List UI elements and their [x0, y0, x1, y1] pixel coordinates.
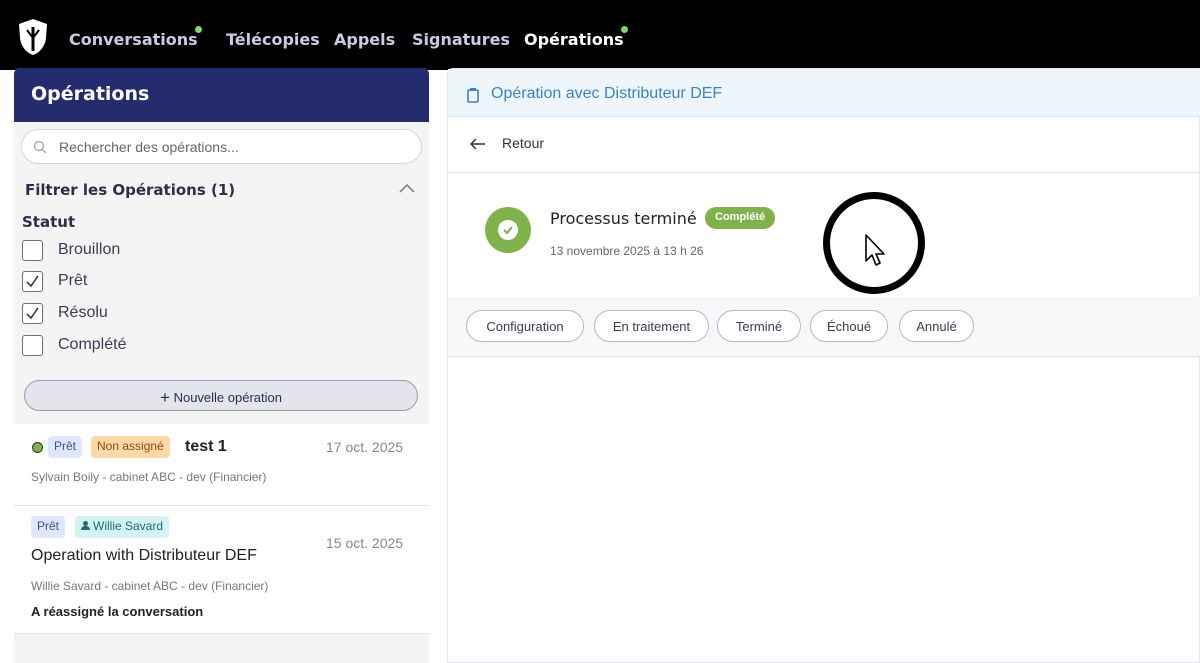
sidebar-title: Opérations	[31, 83, 150, 105]
nav-operations[interactable]: Opérations	[524, 30, 624, 49]
nav-operations-dot	[621, 26, 628, 33]
status-badge: Complété	[705, 207, 776, 229]
operation-date: 17 oct. 2025	[326, 439, 404, 455]
search-placeholder: Rechercher des opérations...	[59, 139, 239, 155]
top-navbar: Conversations Télécopies Appels Signatur…	[0, 0, 1200, 70]
process-title: Processus terminé	[550, 209, 697, 228]
operation-date: 15 oct. 2025	[326, 535, 404, 551]
sidebar-header: Opérations	[14, 68, 429, 122]
operation-title: Operation with Distributeur DEF	[31, 547, 257, 564]
filter-title[interactable]: Filtrer les Opérations (1)	[25, 181, 235, 199]
plus-icon: +	[160, 388, 170, 407]
mouse-cursor-icon	[865, 234, 885, 266]
step-annule[interactable]: Annulé	[899, 310, 974, 342]
back-button[interactable]: Retour	[448, 117, 1200, 173]
nav-appels[interactable]: Appels	[334, 30, 395, 49]
chevron-up-icon[interactable]	[399, 183, 415, 193]
back-label: Retour	[502, 135, 545, 151]
assign-name: Willie Savard	[93, 519, 164, 533]
checkbox-label: Brouillon	[58, 241, 121, 258]
shield-logo-icon[interactable]	[18, 18, 48, 56]
search-input[interactable]: Rechercher des opérations...	[21, 129, 422, 164]
nav-telecopies[interactable]: Télécopies	[226, 30, 320, 49]
search-icon	[33, 140, 47, 154]
user-icon	[81, 521, 90, 530]
status-brouillon[interactable]: Brouillon	[22, 240, 322, 264]
new-operation-label: + Nouvelle opération	[25, 388, 417, 408]
step-echoue[interactable]: Échoué	[810, 310, 888, 342]
checkbox-label: Complété	[58, 336, 127, 353]
operation-subtitle: Willie Savard - cabinet ABC - dev (Finan…	[31, 579, 269, 593]
detail-header: Opération avec Distributeur DEF	[448, 69, 1200, 117]
check-circle-icon	[485, 207, 531, 253]
process-date: 13 novembre 2025 à 13 h 26	[550, 244, 704, 258]
checkbox[interactable]	[22, 271, 43, 292]
checkbox[interactable]	[22, 303, 43, 324]
operation-card[interactable]: Prêt Non assigné test 1 17 oct. 2025 Syl…	[14, 424, 429, 506]
status-dot-icon	[32, 442, 43, 453]
operations-sidebar: Opérations Rechercher des opérations... …	[14, 68, 429, 663]
checkbox-label: Résolu	[58, 304, 108, 321]
nav-conversations-dot	[195, 26, 202, 33]
checkbox-label: Prêt	[58, 272, 88, 289]
operation-detail: Opération avec Distributeur DEF Retour P…	[447, 68, 1200, 663]
checkbox[interactable]	[22, 335, 43, 356]
new-operation-button[interactable]: + Nouvelle opération	[24, 380, 418, 411]
status-badge: Prêt	[31, 516, 66, 538]
detail-title: Opération avec Distributeur DEF	[491, 85, 723, 102]
status-pret[interactable]: Prêt	[22, 271, 322, 295]
operation-card[interactable]: Prêt Willie Savard Operation with Distri…	[14, 506, 429, 634]
status-resolu[interactable]: Résolu	[22, 303, 322, 327]
assign-badge: Non assigné	[91, 436, 170, 458]
process-steps: Configuration En traitement Terminé Écho…	[448, 297, 1200, 357]
checkmark-icon	[26, 275, 39, 288]
nav-conversations[interactable]: Conversations	[69, 30, 198, 49]
checkmark-icon	[26, 307, 39, 320]
clipboard-icon	[467, 88, 479, 103]
status-badge: Prêt	[48, 436, 83, 458]
nav-signatures[interactable]: Signatures	[412, 30, 510, 49]
assign-badge: Willie Savard	[75, 516, 170, 538]
step-termine[interactable]: Terminé	[717, 310, 801, 342]
operation-title: test 1	[185, 438, 227, 455]
step-configuration[interactable]: Configuration	[466, 310, 584, 342]
status-complete[interactable]: Complété	[22, 335, 322, 359]
checkbox[interactable]	[22, 240, 43, 261]
operation-subtitle: Sylvain Boily - cabinet ABC - dev (Finan…	[31, 470, 267, 484]
status-label: Statut	[22, 213, 76, 231]
arrow-left-icon	[470, 138, 485, 150]
step-en-traitement[interactable]: En traitement	[594, 310, 709, 342]
operation-note: A réassigné la conversation	[31, 604, 204, 619]
new-operation-text: Nouvelle opération	[173, 390, 282, 405]
